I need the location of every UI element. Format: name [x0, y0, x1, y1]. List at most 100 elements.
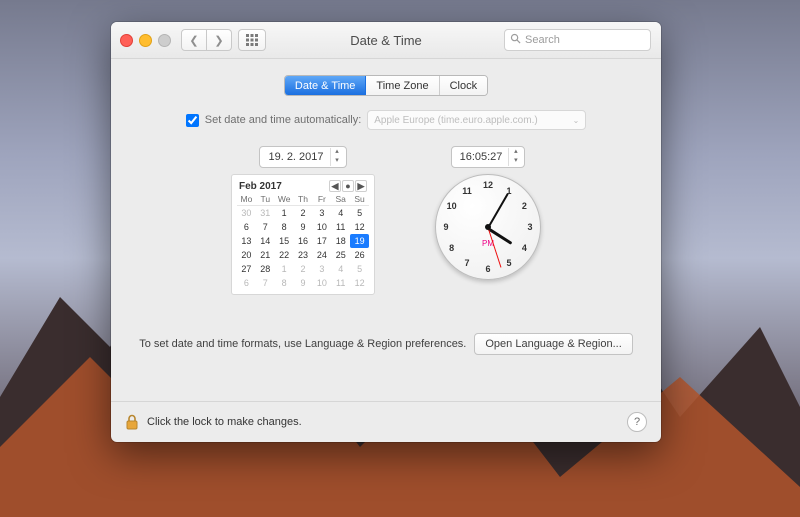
calendar-day[interactable]: 13 [237, 234, 256, 248]
time-step-up[interactable]: ▴ [509, 148, 522, 157]
calendar-day[interactable]: 3 [312, 206, 331, 220]
clock-numeral: 7 [464, 258, 469, 268]
clock-numeral: 4 [522, 243, 527, 253]
minimize-button[interactable] [139, 34, 152, 47]
tab-clock[interactable]: Clock [440, 76, 488, 95]
calendar-next-button[interactable]: ▶ [355, 180, 367, 192]
time-value: 16:05:27 [460, 151, 503, 163]
search-placeholder: Search [525, 34, 560, 46]
calendar-day[interactable]: 1 [275, 262, 294, 276]
zoom-button[interactable] [158, 34, 171, 47]
date-value: 19. 2. 2017 [268, 151, 323, 163]
calendar-day[interactable]: 15 [275, 234, 294, 248]
calendar-dow: Mo [237, 194, 256, 204]
calendar-day[interactable]: 4 [331, 206, 350, 220]
calendar-day[interactable]: 16 [294, 234, 313, 248]
calendar-day[interactable]: 25 [331, 248, 350, 262]
calendar-day[interactable]: 7 [256, 276, 275, 290]
format-hint: To set date and time formats, use Langua… [139, 338, 466, 350]
tab-date-time[interactable]: Date & Time [285, 76, 367, 95]
calendar-day[interactable]: 28 [256, 262, 275, 276]
calendar-day[interactable]: 14 [256, 234, 275, 248]
time-server-select[interactable]: Apple Europe (time.euro.apple.com.) ⌄ [367, 110, 586, 130]
clock-numeral: 5 [506, 258, 511, 268]
calendar-day[interactable]: 4 [331, 262, 350, 276]
clock-numeral: 12 [483, 180, 493, 190]
lock-icon[interactable] [125, 414, 139, 430]
calendar-day[interactable]: 17 [312, 234, 331, 248]
time-step-down[interactable]: ▾ [509, 157, 522, 166]
calendar-day[interactable]: 18 [331, 234, 350, 248]
preferences-window: ❮ ❯ Date & Time Search Date & Time Time … [111, 22, 661, 442]
show-all-button[interactable] [238, 29, 266, 51]
auto-label: Set date and time automatically: [205, 114, 362, 126]
calendar-day[interactable]: 5 [350, 262, 369, 276]
calendar-day[interactable]: 27 [237, 262, 256, 276]
close-button[interactable] [120, 34, 133, 47]
time-stepper[interactable]: 16:05:27 ▴▾ [451, 146, 526, 168]
calendar-today-button[interactable]: ● [342, 180, 354, 192]
auto-checkbox[interactable] [186, 114, 199, 127]
minute-hand [487, 193, 509, 229]
calendar-dow: Th [294, 194, 313, 204]
calendar-day[interactable]: 24 [312, 248, 331, 262]
clock-pin [485, 224, 491, 230]
titlebar: ❮ ❯ Date & Time Search [111, 22, 661, 59]
open-language-region-button[interactable]: Open Language & Region... [474, 333, 632, 355]
calendar-day[interactable]: 11 [331, 220, 350, 234]
calendar-day[interactable]: 11 [331, 276, 350, 290]
back-button[interactable]: ❮ [181, 29, 207, 51]
calendar-day[interactable]: 23 [294, 248, 313, 262]
calendar-day[interactable]: 5 [350, 206, 369, 220]
calendar-day[interactable]: 20 [237, 248, 256, 262]
date-step-down[interactable]: ▾ [331, 157, 344, 166]
calendar-day[interactable]: 30 [237, 206, 256, 220]
clock-numeral: 11 [462, 186, 472, 196]
calendar-dow: We [275, 194, 294, 204]
calendar-day[interactable]: 9 [294, 220, 313, 234]
calendar-day[interactable]: 26 [350, 248, 369, 262]
clock-numeral: 2 [522, 201, 527, 211]
calendar-day[interactable]: 22 [275, 248, 294, 262]
date-step-up[interactable]: ▴ [331, 148, 344, 157]
analog-clock: PM 121234567891011 [435, 174, 541, 280]
chevron-down-icon: ⌄ [573, 116, 580, 125]
forward-button[interactable]: ❯ [207, 29, 232, 51]
search-icon [510, 33, 521, 47]
calendar-day[interactable]: 1 [275, 206, 294, 220]
calendar-dow: Sa [331, 194, 350, 204]
calendar-day[interactable]: 10 [312, 220, 331, 234]
calendar: Feb 2017 ◀ ● ▶ MoTuWeThFrSaSu 3031123456… [231, 174, 375, 295]
calendar-day[interactable]: 6 [237, 276, 256, 290]
clock-numeral: 8 [449, 243, 454, 253]
clock-numeral: 1 [506, 186, 511, 196]
calendar-day[interactable]: 7 [256, 220, 275, 234]
calendar-dow: Fr [312, 194, 331, 204]
calendar-dow: Su [350, 194, 369, 204]
calendar-day[interactable]: 12 [350, 220, 369, 234]
calendar-day[interactable]: 2 [294, 262, 313, 276]
search-field[interactable]: Search [504, 29, 651, 51]
calendar-day[interactable]: 10 [312, 276, 331, 290]
lock-hint: Click the lock to make changes. [147, 416, 302, 428]
calendar-day[interactable]: 31 [256, 206, 275, 220]
calendar-day[interactable]: 8 [275, 220, 294, 234]
calendar-day[interactable]: 21 [256, 248, 275, 262]
tab-time-zone[interactable]: Time Zone [366, 76, 439, 95]
calendar-day[interactable]: 3 [312, 262, 331, 276]
calendar-day[interactable]: 6 [237, 220, 256, 234]
calendar-day[interactable]: 8 [275, 276, 294, 290]
tab-bar: Date & Time Time Zone Clock [129, 75, 643, 96]
calendar-day[interactable]: 19 [350, 234, 369, 248]
clock-numeral: 6 [485, 264, 490, 274]
calendar-day[interactable]: 12 [350, 276, 369, 290]
calendar-month-label: Feb 2017 [239, 181, 282, 192]
calendar-prev-button[interactable]: ◀ [329, 180, 341, 192]
calendar-dow: Tu [256, 194, 275, 204]
calendar-day[interactable]: 2 [294, 206, 313, 220]
date-stepper[interactable]: 19. 2. 2017 ▴▾ [259, 146, 346, 168]
clock-numeral: 9 [443, 222, 448, 232]
calendar-day[interactable]: 9 [294, 276, 313, 290]
clock-numeral: 3 [527, 222, 532, 232]
help-button[interactable]: ? [627, 412, 647, 432]
